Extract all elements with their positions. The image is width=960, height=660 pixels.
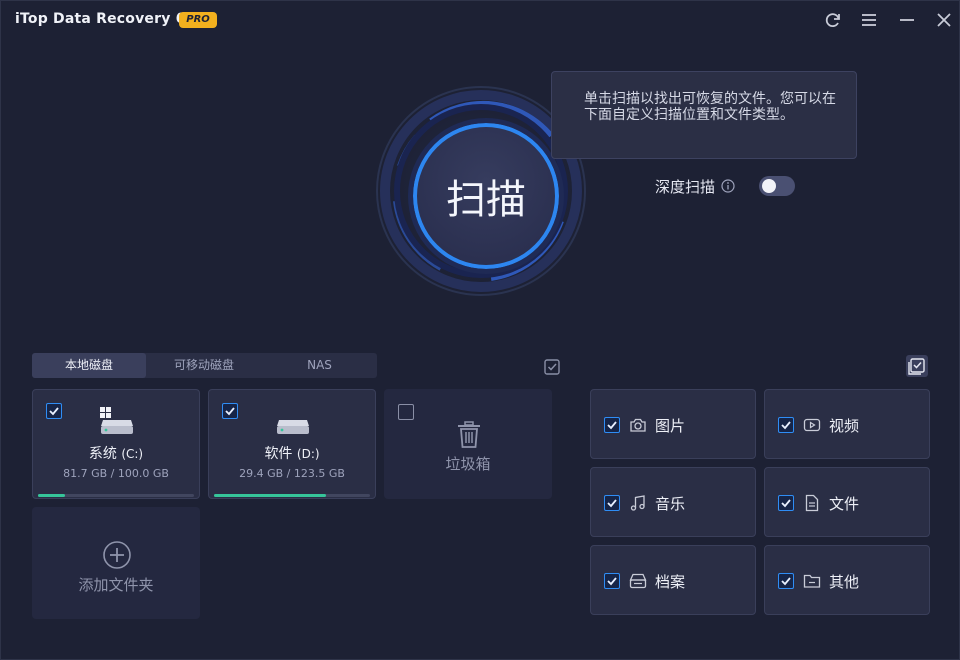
video-icon xyxy=(803,418,821,432)
drive-card-c[interactable]: 系统 (C:) 81.7 GB / 100.0 GB xyxy=(32,389,200,499)
scan-button-label: 扫描 xyxy=(446,177,526,223)
other-checkbox[interactable] xyxy=(778,573,794,589)
add-folder-label: 添加文件夹 xyxy=(78,576,154,594)
pro-badge: PRO xyxy=(179,12,217,28)
drive-c-usage-bar xyxy=(38,494,194,497)
minimize-icon xyxy=(900,19,914,21)
drive-d-usage-bar xyxy=(214,494,370,497)
app-title: iTop Data Recovery 6.1 xyxy=(15,11,202,27)
documents-checkbox[interactable] xyxy=(778,495,794,511)
minimize-button[interactable] xyxy=(897,10,917,30)
drive-card-d[interactable]: 软件 (D:) 29.4 GB / 123.5 GB xyxy=(208,389,376,499)
plus-circle-icon xyxy=(103,541,131,569)
videos-checkbox[interactable] xyxy=(778,417,794,433)
drive-c-usage-fill xyxy=(38,494,65,497)
music-icon xyxy=(630,495,645,511)
music-checkbox[interactable] xyxy=(604,495,620,511)
close-button[interactable] xyxy=(934,10,954,30)
trash-icon xyxy=(458,421,480,448)
filetype-card-other[interactable]: 其他 xyxy=(764,545,930,615)
info-icon[interactable] xyxy=(721,179,735,193)
filetype-card-pictures[interactable]: 图片 xyxy=(590,389,756,459)
select-all-types-button[interactable] xyxy=(906,355,928,377)
app-window: iTop Data Recovery 6.1 PRO 扫描 单击扫描以找出可恢复… xyxy=(0,0,960,660)
trash-label: 垃圾箱 xyxy=(445,455,491,473)
deep-scan-label: 深度扫描 xyxy=(655,177,716,196)
menu-icon xyxy=(862,14,876,26)
drive-d-letter: (D:) xyxy=(296,447,320,461)
deep-scan-toggle[interactable] xyxy=(759,176,795,196)
drive-d-label: 软件 xyxy=(264,446,293,462)
other-label: 其他 xyxy=(829,573,860,591)
refresh-icon xyxy=(825,13,840,28)
windows-drive-icon xyxy=(100,407,133,434)
drive-d-size: 29.4 GB / 123.5 GB xyxy=(239,467,345,480)
location-tabs: 本地磁盘 可移动磁盘 NAS xyxy=(32,353,377,378)
folder-icon xyxy=(803,574,821,588)
trash-checkbox[interactable] xyxy=(398,404,414,420)
toggle-knob xyxy=(762,179,776,193)
pictures-label: 图片 xyxy=(655,417,686,435)
drive-c-checkbox[interactable] xyxy=(46,403,62,419)
archive-icon xyxy=(629,573,647,589)
archives-checkbox[interactable] xyxy=(604,573,620,589)
drive-d-usage-fill xyxy=(214,494,327,497)
document-icon xyxy=(805,494,819,512)
select-all-locations-button[interactable] xyxy=(541,356,563,378)
add-folder-card[interactable]: 添加文件夹 xyxy=(32,507,200,619)
archives-label: 档案 xyxy=(655,573,686,591)
tab-local-disk[interactable]: 本地磁盘 xyxy=(32,353,146,378)
title-bar: iTop Data Recovery 6.1 PRO xyxy=(1,1,959,39)
check-all-icon xyxy=(908,358,925,375)
tab-nas[interactable]: NAS xyxy=(262,353,377,378)
filetype-card-videos[interactable]: 视频 xyxy=(764,389,930,459)
close-icon xyxy=(937,13,951,27)
drive-c-label: 系统 xyxy=(88,446,117,462)
hard-drive-icon xyxy=(277,420,309,434)
drive-c-name: 系统 (C:) xyxy=(33,443,199,463)
drive-c-size: 81.7 GB / 100.0 GB xyxy=(63,467,169,480)
drive-d-name: 软件 (D:) xyxy=(209,443,375,463)
deep-scan-row: 深度扫描 xyxy=(655,175,795,197)
camera-icon xyxy=(630,418,646,432)
menu-button[interactable] xyxy=(859,10,879,30)
trash-card[interactable]: 垃圾箱 xyxy=(384,389,552,499)
filetype-card-documents[interactable]: 文件 xyxy=(764,467,930,537)
check-square-icon xyxy=(544,359,560,375)
tab-removable-disk[interactable]: 可移动磁盘 xyxy=(146,353,262,378)
documents-label: 文件 xyxy=(829,495,860,513)
pictures-checkbox[interactable] xyxy=(604,417,620,433)
refresh-button[interactable] xyxy=(823,10,843,30)
scan-tooltip: 单击扫描以找出可恢复的文件。您可以在下面自定义扫描位置和文件类型。 xyxy=(551,71,857,159)
scan-button[interactable]: 扫描 xyxy=(408,118,564,274)
drive-d-checkbox[interactable] xyxy=(222,403,238,419)
videos-label: 视频 xyxy=(829,417,860,435)
filetype-card-archives[interactable]: 档案 xyxy=(590,545,756,615)
drive-c-letter: (C:) xyxy=(121,447,144,461)
music-label: 音乐 xyxy=(655,495,686,513)
filetype-card-music[interactable]: 音乐 xyxy=(590,467,756,537)
